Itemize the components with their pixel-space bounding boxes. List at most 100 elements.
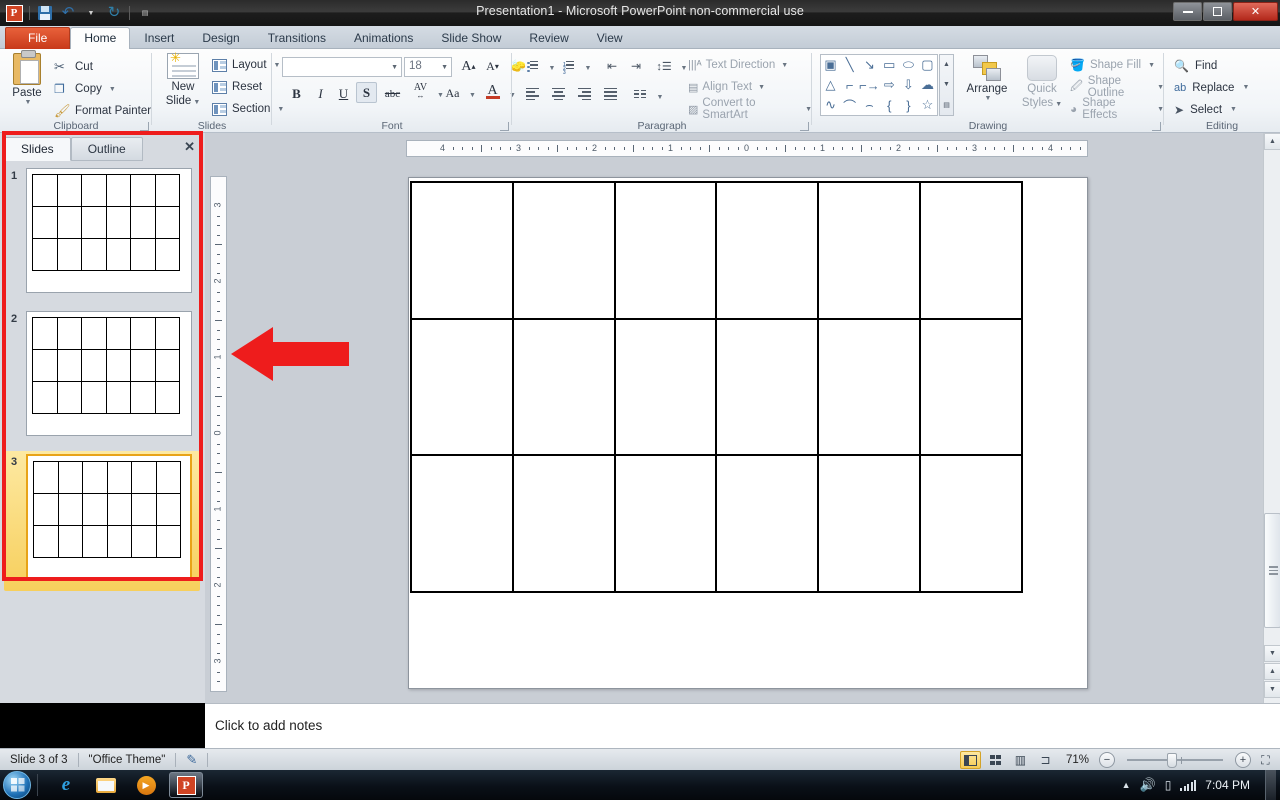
table-cell[interactable] (715, 181, 820, 320)
shape-fill-button[interactable]: 🪣 Shape Fill ▼ (1070, 55, 1155, 75)
tab-transitions[interactable]: Transitions (254, 27, 340, 49)
cut-button[interactable]: ✂ Cut (54, 57, 93, 77)
text-shadow-button[interactable]: S (356, 82, 377, 103)
network-signal-icon[interactable] (1180, 779, 1197, 791)
font-name-dropdown-icon[interactable]: ▼ (391, 64, 398, 71)
scrollbar-thumb[interactable] (1264, 513, 1280, 628)
columns-dropdown-icon[interactable]: ▼ (650, 87, 670, 107)
tab-file[interactable]: File (5, 27, 71, 49)
arrange-button[interactable]: Arrange ▼ (960, 55, 1014, 102)
scroll-down-icon[interactable]: ▼ (1264, 645, 1280, 662)
slide-table[interactable] (410, 181, 1023, 593)
battery-icon[interactable]: ▯ (1165, 778, 1172, 792)
fit-to-window-button[interactable]: ⛶ (1255, 751, 1276, 769)
start-button[interactable] (3, 771, 31, 799)
text-direction-button[interactable]: |||ᴬ Text Direction ▼ (688, 55, 788, 75)
canvas-vertical-scrollbar[interactable]: ▲ ▼ ▲ ▼ (1263, 133, 1280, 703)
align-text-dropdown-icon[interactable]: ▼ (758, 84, 765, 91)
select-button[interactable]: ➤ Select ▼ (1174, 99, 1237, 120)
drawing-dialog-launcher[interactable] (1152, 122, 1161, 131)
table-row[interactable] (410, 317, 1023, 457)
bold-button[interactable]: B (286, 83, 307, 104)
tab-view[interactable]: View (583, 27, 637, 49)
shape-rectangle-icon[interactable]: ▭ (880, 55, 899, 75)
previous-slide-icon[interactable]: ▲ (1264, 663, 1280, 680)
strikethrough-button[interactable]: abc (382, 83, 403, 104)
table-cell[interactable] (715, 454, 820, 593)
shape-left-brace-icon[interactable]: { (880, 95, 899, 115)
tab-home[interactable]: Home (70, 27, 131, 49)
paragraph-dialog-launcher[interactable] (800, 122, 809, 131)
shape-elbow-connector-icon[interactable]: ⌐ (840, 75, 859, 95)
shape-oval-icon[interactable]: ⬭ (899, 55, 918, 75)
shape-elbow-arrow-icon[interactable]: ⌐→ (859, 75, 880, 95)
table-cell[interactable] (715, 317, 820, 457)
shape-star-icon[interactable]: ☆ (918, 95, 937, 115)
shape-effects-button[interactable]: ◕ Shape Effects ▼ (1070, 97, 1164, 121)
change-case-dropdown-icon[interactable]: ▼ (462, 85, 483, 106)
shape-curve-icon[interactable]: ⌒ (840, 95, 859, 115)
italic-button[interactable]: I (310, 83, 331, 104)
gallery-scroll-up-icon[interactable]: ▲ (943, 61, 950, 68)
scroll-up-icon[interactable]: ▲ (1264, 133, 1280, 150)
shrink-font-button[interactable]: A ▾ (482, 56, 503, 77)
zoom-slider-handle[interactable] (1167, 752, 1177, 768)
paste-button[interactable]: Paste ▼ (6, 50, 48, 115)
font-name-input[interactable]: ▼ (282, 57, 402, 77)
slide-sorter-button[interactable] (985, 751, 1006, 769)
new-slide-button[interactable]: ✳ New Slide ▼ (160, 50, 206, 107)
shape-outline-button[interactable]: 🖉 Shape Outline ▼ (1070, 75, 1164, 99)
arrange-dropdown-icon[interactable]: ▼ (962, 95, 1014, 102)
align-right-button[interactable] (574, 85, 594, 105)
show-desktop-button[interactable] (1265, 770, 1276, 800)
zoom-level[interactable]: 71% (1060, 749, 1095, 771)
font-size-dropdown-icon[interactable]: ▼ (441, 64, 448, 71)
table-cell[interactable] (511, 454, 616, 593)
tab-review[interactable]: Review (515, 27, 582, 49)
format-painter-button[interactable]: 🖌 Format Painter (54, 101, 151, 121)
copy-dropdown-icon[interactable]: ▼ (109, 86, 116, 93)
grow-font-button[interactable]: A ▴ (458, 56, 479, 77)
table-cell[interactable] (817, 454, 922, 593)
slide-thumbnail-3[interactable]: 3 (4, 451, 200, 591)
increase-indent-button[interactable]: ⇥ (626, 56, 646, 76)
line-spacing-button[interactable]: ↕☰ (654, 56, 674, 76)
shape-right-brace-icon[interactable]: } (899, 95, 918, 115)
font-size-input[interactable]: 18 ▼ (404, 57, 452, 77)
numbering-button[interactable]: 123 (558, 56, 578, 76)
columns-button[interactable] (630, 85, 650, 105)
shape-arc-icon[interactable]: ⌢ (859, 95, 880, 115)
convert-to-smartart-button[interactable]: ▨ Convert to SmartArt ▼ (688, 97, 812, 121)
table-grid[interactable] (410, 181, 1023, 593)
restore-button[interactable] (1203, 2, 1232, 21)
minimize-button[interactable] (1173, 2, 1202, 21)
table-cell[interactable] (919, 181, 1023, 320)
next-slide-icon[interactable]: ▼ (1264, 681, 1280, 698)
slide-indicator[interactable]: Slide 3 of 3 (0, 749, 78, 771)
slide-thumbnail-1[interactable]: 1 (4, 165, 200, 305)
shape-scribble-icon[interactable]: ∿ (821, 95, 840, 115)
spellcheck-icon[interactable]: ✎ (176, 749, 207, 771)
shape-fill-dropdown-icon[interactable]: ▼ (1148, 62, 1155, 69)
shape-textbox-icon[interactable]: ▣ (821, 55, 840, 75)
shape-arrow-icon[interactable]: ↘ (859, 55, 880, 75)
gallery-scroll-down-icon[interactable]: ▼ (943, 81, 950, 88)
table-cell[interactable] (410, 454, 514, 593)
show-hidden-icons[interactable]: ▲ (1122, 780, 1131, 790)
shape-down-arrow-icon[interactable]: ⇩ (899, 75, 918, 95)
tab-animations[interactable]: Animations (340, 27, 427, 49)
windows-explorer-icon[interactable] (89, 772, 123, 798)
close-button[interactable]: ✕ (1233, 2, 1278, 21)
underline-button[interactable]: U (333, 83, 354, 104)
decrease-indent-button[interactable]: ⇤ (602, 56, 622, 76)
tab-design[interactable]: Design (188, 27, 253, 49)
align-text-button[interactable]: ▤ Align Text ▼ (688, 77, 765, 97)
text-direction-dropdown-icon[interactable]: ▼ (781, 62, 788, 69)
reading-view-button[interactable]: ▥ (1010, 751, 1031, 769)
table-row[interactable] (410, 181, 1023, 320)
numbering-dropdown-icon[interactable]: ▼ (578, 58, 598, 78)
font-color-button[interactable]: A (482, 81, 503, 102)
volume-icon[interactable]: 🔊 (1140, 777, 1156, 793)
table-cell[interactable] (919, 454, 1023, 593)
align-center-button[interactable] (548, 85, 568, 105)
